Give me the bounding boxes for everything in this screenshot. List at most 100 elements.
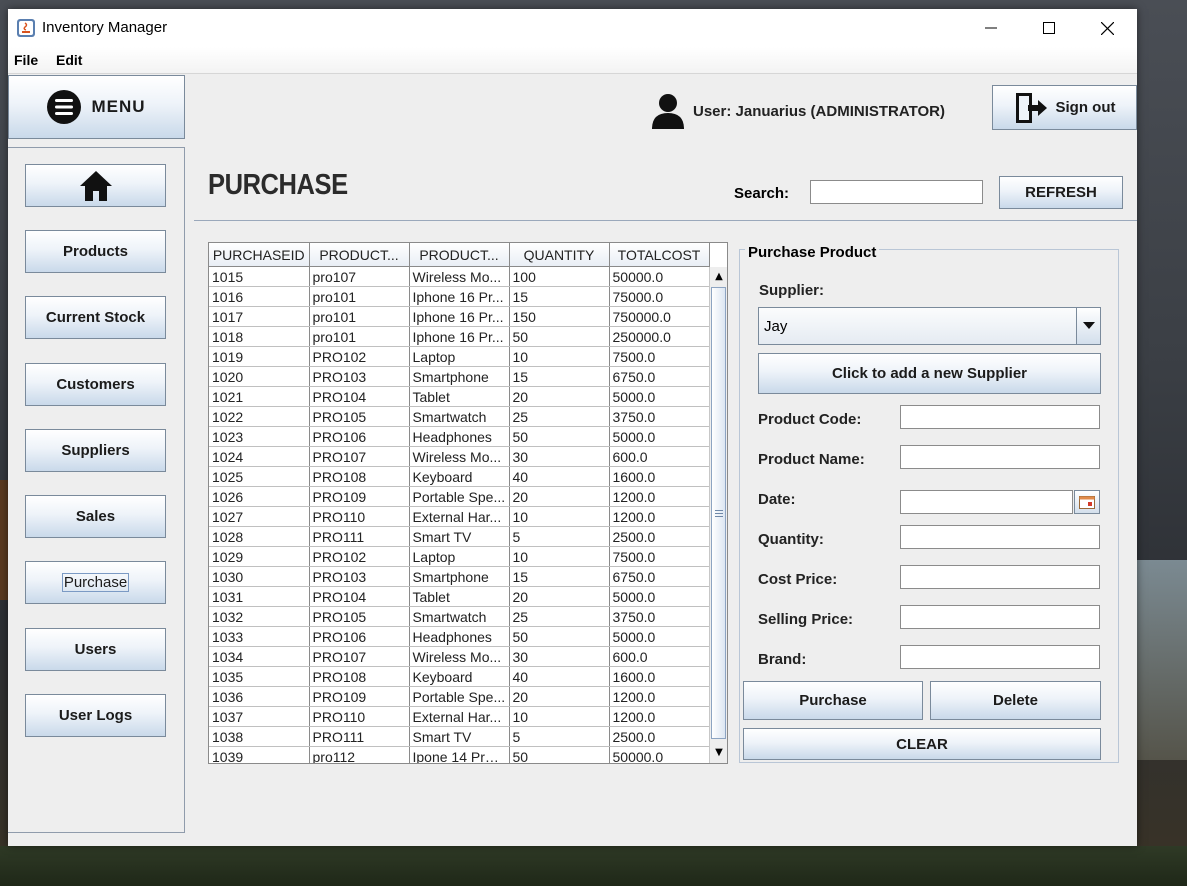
table-row[interactable]: 1021 PRO104 Tablet 20 5000.0 [209, 386, 710, 407]
table-cell: 1016 [209, 286, 310, 307]
table-row[interactable]: 1036 PRO109 Portable Spe... 20 1200.0 [209, 686, 710, 707]
java-icon [17, 19, 35, 37]
column-header[interactable]: QUANTITY [509, 243, 610, 267]
date-picker-button[interactable] [1074, 490, 1100, 514]
table-cell: PRO108 [309, 466, 410, 487]
maximize-icon [1043, 22, 1055, 34]
add-supplier-label: Click to add a new Supplier [831, 365, 1028, 382]
menu-file[interactable]: File [14, 52, 38, 68]
table-row[interactable]: 1033 PRO106 Headphones 50 5000.0 [209, 626, 710, 647]
table-row[interactable]: 1037 PRO110 External Har... 10 1200.0 [209, 706, 710, 727]
table-row[interactable]: 1038 PRO111 Smart TV 5 2500.0 [209, 726, 710, 747]
table-row[interactable]: 1030 PRO103 Smartphone 15 6750.0 [209, 566, 710, 587]
quantity-label: Quantity: [758, 531, 824, 548]
brand-input[interactable] [900, 645, 1100, 669]
table-row[interactable]: 1019 PRO102 Laptop 10 7500.0 [209, 346, 710, 367]
home-button[interactable] [25, 164, 166, 207]
menu-toggle-button[interactable]: MENU [8, 75, 185, 139]
table-row[interactable]: 1032 PRO105 Smartwatch 25 3750.0 [209, 606, 710, 627]
table-cell: 1021 [209, 386, 310, 407]
sidebar-item-current-stock[interactable]: Current Stock [25, 296, 166, 339]
table-cell: 15 [509, 366, 610, 387]
sidebar-item-users[interactable]: Users [25, 628, 166, 671]
table-row[interactable]: 1029 PRO102 Laptop 10 7500.0 [209, 546, 710, 567]
minimize-button[interactable] [962, 9, 1020, 47]
table-row[interactable]: 1022 PRO105 Smartwatch 25 3750.0 [209, 406, 710, 427]
table-row[interactable]: 1017 pro101 Iphone 16 Pr... 150 750000.0 [209, 306, 710, 327]
sign-out-button[interactable]: Sign out [992, 85, 1137, 130]
column-header[interactable]: TOTALCOST [609, 243, 710, 267]
delete-button[interactable]: Delete [930, 681, 1101, 720]
clear-label: CLEAR [896, 735, 948, 753]
date-input[interactable] [900, 490, 1073, 514]
cost-price-input[interactable] [900, 565, 1100, 589]
table-row[interactable]: 1031 PRO104 Tablet 20 5000.0 [209, 586, 710, 607]
column-header[interactable]: PURCHASEID [209, 243, 310, 267]
supplier-value: Jay [764, 318, 788, 335]
table-cell: PRO103 [309, 566, 410, 587]
table-row[interactable]: 1024 PRO107 Wireless Mo... 30 600.0 [209, 446, 710, 467]
table-cell: Ipone 14 Pro ... [409, 746, 510, 763]
table-cell: 50 [509, 426, 610, 447]
table-row[interactable]: 1020 PRO103 Smartphone 15 6750.0 [209, 366, 710, 387]
table-cell: 1600.0 [609, 666, 710, 687]
selling-price-input[interactable] [900, 605, 1100, 629]
table-row[interactable]: 1035 PRO108 Keyboard 40 1600.0 [209, 666, 710, 687]
purchase-button[interactable]: Purchase [743, 681, 923, 720]
scroll-up-icon[interactable]: ▲ [712, 269, 726, 283]
column-header[interactable]: PRODUCT... [409, 243, 510, 267]
table-row[interactable]: 1023 PRO106 Headphones 50 5000.0 [209, 426, 710, 447]
close-button[interactable] [1078, 9, 1136, 47]
search-input[interactable] [810, 180, 983, 204]
table-cell: 1031 [209, 586, 310, 607]
sidebar-item-user-logs[interactable]: User Logs [25, 694, 166, 737]
table-cell: Keyboard [409, 666, 510, 687]
table-cell: 1030 [209, 566, 310, 587]
table-cell: 50 [509, 326, 610, 347]
table-row[interactable]: 1039 pro112 Ipone 14 Pro ... 50 50000.0 [209, 746, 710, 763]
quantity-input[interactable] [900, 525, 1100, 549]
menu-edit[interactable]: Edit [56, 52, 82, 68]
table-row[interactable]: 1018 pro101 Iphone 16 Pr... 50 250000.0 [209, 326, 710, 347]
sidebar-item-customers[interactable]: Customers [25, 363, 166, 406]
table-cell: External Har... [409, 506, 510, 527]
table-cell: 1015 [209, 266, 310, 287]
product-code-input[interactable] [900, 405, 1100, 429]
table-cell: Portable Spe... [409, 686, 510, 707]
table-row[interactable]: 1016 pro101 Iphone 16 Pr... 15 75000.0 [209, 286, 710, 307]
product-name-input[interactable] [900, 445, 1100, 469]
sidebar-item-products[interactable]: Products [25, 230, 166, 273]
table-cell: 10 [509, 346, 610, 367]
clear-button[interactable]: CLEAR [743, 728, 1101, 760]
table-row[interactable]: 1025 PRO108 Keyboard 40 1600.0 [209, 466, 710, 487]
table-cell: pro101 [309, 306, 410, 327]
table-row[interactable]: 1015 pro107 Wireless Mo... 100 50000.0 [209, 266, 710, 287]
table-row[interactable]: 1026 PRO109 Portable Spe... 20 1200.0 [209, 486, 710, 507]
home-icon [79, 170, 112, 201]
scroll-thumb[interactable] [711, 287, 726, 739]
vertical-scrollbar[interactable]: ▲ ▼ [709, 267, 727, 763]
table-cell: 5000.0 [609, 426, 710, 447]
table-cell: 1037 [209, 706, 310, 727]
refresh-button[interactable]: REFRESH [999, 176, 1123, 209]
table-row[interactable]: 1027 PRO110 External Har... 10 1200.0 [209, 506, 710, 527]
table-cell: PRO111 [309, 726, 410, 747]
table-cell: External Har... [409, 706, 510, 727]
sidebar-item-suppliers[interactable]: Suppliers [25, 429, 166, 472]
maximize-button[interactable] [1020, 9, 1078, 47]
table-cell: 1036 [209, 686, 310, 707]
purchase-grid: PURCHASEID PRODUCT... PRODUCT... QUANTIT… [209, 243, 710, 763]
add-supplier-button[interactable]: Click to add a new Supplier [758, 353, 1101, 394]
table-cell: pro101 [309, 326, 410, 347]
sign-out-icon [1015, 92, 1047, 123]
table-cell: 1035 [209, 666, 310, 687]
table-row[interactable]: 1034 PRO107 Wireless Mo... 30 600.0 [209, 646, 710, 667]
column-header[interactable]: PRODUCT... [309, 243, 410, 267]
scroll-down-icon[interactable]: ▼ [712, 745, 726, 759]
table-cell: Keyboard [409, 466, 510, 487]
dropdown-button[interactable] [1076, 308, 1100, 344]
supplier-select[interactable]: Jay [758, 307, 1101, 345]
sidebar-item-sales[interactable]: Sales [25, 495, 166, 538]
table-row[interactable]: 1028 PRO111 Smart TV 5 2500.0 [209, 526, 710, 547]
sidebar-item-purchase[interactable]: Purchase [25, 561, 166, 604]
